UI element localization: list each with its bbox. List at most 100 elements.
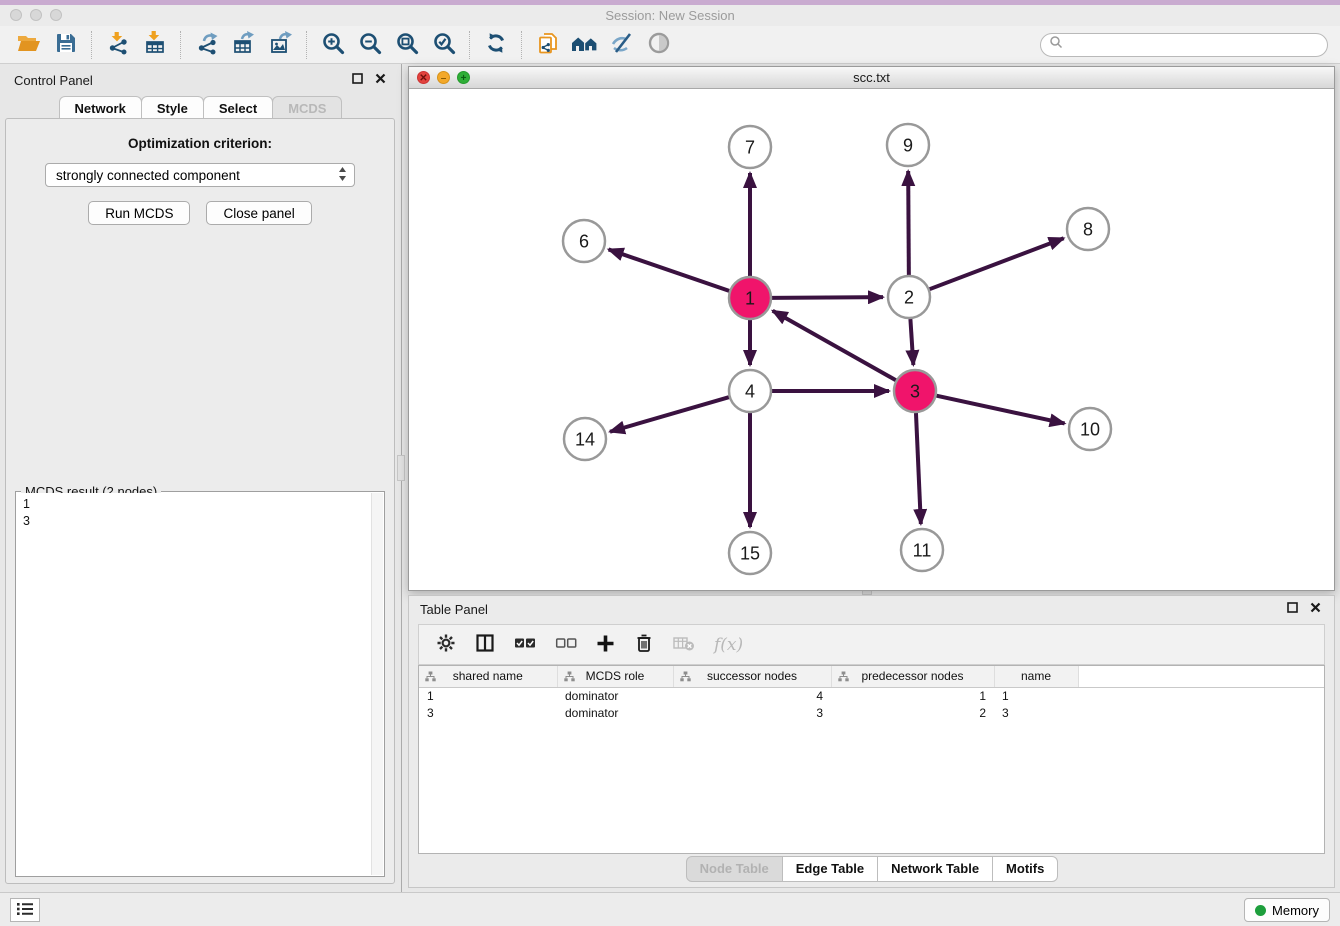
table-cell[interactable]: 1 bbox=[994, 687, 1078, 704]
home-button[interactable] bbox=[566, 29, 603, 61]
minimize-network-icon[interactable]: – bbox=[437, 71, 450, 84]
table-header: shared nameMCDS rolesuccessor nodesprede… bbox=[419, 666, 1324, 687]
function-builder-button[interactable]: f(x) bbox=[714, 635, 743, 655]
export-network-button[interactable] bbox=[188, 29, 225, 61]
graph-node-label-1: 1 bbox=[745, 288, 755, 308]
table-cell[interactable]: 2 bbox=[831, 704, 994, 721]
tab-motifs[interactable]: Motifs bbox=[992, 856, 1058, 882]
tab-edge-table[interactable]: Edge Table bbox=[782, 856, 878, 882]
tab-node-table[interactable]: Node Table bbox=[686, 856, 783, 882]
copy-style-button[interactable] bbox=[529, 29, 566, 61]
table-cell[interactable]: dominator bbox=[557, 704, 673, 721]
search-input[interactable] bbox=[1067, 35, 1327, 55]
zoom-selected-icon bbox=[432, 31, 456, 58]
mcds-result-text[interactable]: 1 3 bbox=[17, 493, 371, 875]
table-row[interactable]: 3dominator323 bbox=[419, 704, 1324, 721]
attribute-table: shared nameMCDS rolesuccessor nodesprede… bbox=[419, 666, 1324, 721]
maximize-network-icon[interactable]: + bbox=[457, 71, 470, 84]
task-history-button[interactable] bbox=[10, 898, 40, 922]
trash-icon bbox=[634, 633, 654, 656]
graph-edges bbox=[609, 171, 1065, 527]
column-header-filler bbox=[1078, 666, 1324, 687]
close-panel-button[interactable]: Close panel bbox=[206, 201, 311, 225]
table-cell[interactable]: 4 bbox=[673, 687, 831, 704]
open-session-button[interactable] bbox=[10, 29, 47, 61]
node-table[interactable]: shared nameMCDS rolesuccessor nodesprede… bbox=[418, 665, 1325, 854]
column-header-predecessor-nodes[interactable]: predecessor nodes bbox=[831, 666, 994, 687]
eye-disabled-button[interactable] bbox=[640, 29, 677, 61]
table-cell[interactable]: 3 bbox=[419, 704, 557, 721]
zoom-fit-icon bbox=[395, 31, 419, 58]
zoom-out-icon bbox=[358, 31, 382, 58]
graph-edge-2-8[interactable] bbox=[930, 238, 1064, 289]
table-row[interactable]: 1dominator411 bbox=[419, 687, 1324, 704]
close-window-icon[interactable] bbox=[10, 9, 22, 21]
vertical-splitter-grip[interactable] bbox=[397, 455, 405, 481]
status-bar: Memory bbox=[0, 892, 1340, 926]
import-table-button[interactable] bbox=[136, 29, 173, 61]
graph-edge-2-3[interactable] bbox=[910, 319, 913, 365]
graph-node-label-6: 6 bbox=[579, 231, 589, 251]
graph-edge-3-10[interactable] bbox=[936, 396, 1064, 424]
network-window-titlebar[interactable]: ✕ – + scc.txt bbox=[409, 67, 1334, 89]
column-header-shared-name[interactable]: shared name bbox=[419, 666, 557, 687]
column-header-successor-nodes[interactable]: successor nodes bbox=[673, 666, 831, 687]
float-table-panel-icon[interactable] bbox=[1287, 602, 1298, 613]
refresh-layout-button[interactable] bbox=[477, 29, 514, 61]
run-mcds-button[interactable]: Run MCDS bbox=[88, 201, 190, 225]
column-view-button[interactable] bbox=[475, 633, 495, 656]
close-table-panel-icon[interactable] bbox=[1310, 602, 1321, 613]
table-cell[interactable]: 3 bbox=[994, 704, 1078, 721]
table-cell[interactable]: 1 bbox=[419, 687, 557, 704]
zoom-out-button[interactable] bbox=[351, 29, 388, 61]
graph-edge-1-6[interactable] bbox=[609, 249, 730, 290]
add-column-button[interactable] bbox=[596, 634, 615, 656]
graph-node-label-11: 11 bbox=[913, 540, 932, 560]
save-session-button[interactable] bbox=[47, 29, 84, 61]
graph-node-label-7: 7 bbox=[745, 137, 755, 157]
zoom-selected-button[interactable] bbox=[425, 29, 462, 61]
result-scrollbar[interactable] bbox=[371, 493, 383, 875]
criterion-select[interactable]: strongly connected component bbox=[45, 163, 355, 187]
window-title: Session: New Session bbox=[0, 5, 1340, 26]
import-network-button[interactable] bbox=[99, 29, 136, 61]
zoom-fit-button[interactable] bbox=[388, 29, 425, 61]
close-panel-icon[interactable] bbox=[375, 73, 386, 84]
minimize-window-icon[interactable] bbox=[30, 9, 42, 21]
close-network-icon[interactable]: ✕ bbox=[417, 71, 430, 84]
table-toolbar: f(x) bbox=[418, 624, 1325, 665]
graph-edge-1-2[interactable] bbox=[772, 297, 883, 298]
table-cell-filler bbox=[1078, 704, 1324, 721]
network-canvas[interactable]: 7968124314101511 bbox=[409, 89, 1334, 590]
export-table-button[interactable] bbox=[225, 29, 262, 61]
graph-edge-3-11[interactable] bbox=[916, 413, 921, 524]
toolbar-separator bbox=[306, 31, 307, 59]
paint-eye-button[interactable] bbox=[603, 29, 640, 61]
zoom-in-button[interactable] bbox=[314, 29, 351, 61]
graph-edge-2-9[interactable] bbox=[908, 171, 909, 275]
export-image-icon bbox=[269, 31, 293, 58]
table-cell[interactable]: 1 bbox=[831, 687, 994, 704]
memory-button[interactable]: Memory bbox=[1244, 898, 1330, 922]
column-header-name[interactable]: name bbox=[994, 666, 1078, 687]
graph-node-label-8: 8 bbox=[1083, 219, 1093, 239]
control-panel: Control Panel Network Style Select MCDS … bbox=[0, 64, 400, 892]
delete-table-button[interactable] bbox=[673, 635, 695, 655]
column-header-MCDS-role[interactable]: MCDS role bbox=[557, 666, 673, 687]
copy-style-icon bbox=[536, 31, 560, 58]
gear-button[interactable] bbox=[436, 633, 456, 656]
table-cell[interactable]: dominator bbox=[557, 687, 673, 704]
export-image-button[interactable] bbox=[262, 29, 299, 61]
tab-network-table[interactable]: Network Table bbox=[877, 856, 993, 882]
graph-node-label-2: 2 bbox=[904, 287, 914, 307]
select-all-button[interactable] bbox=[514, 636, 536, 653]
delete-column-button[interactable] bbox=[634, 633, 654, 656]
maximize-window-icon[interactable] bbox=[50, 9, 62, 21]
search-field[interactable] bbox=[1040, 33, 1328, 57]
table-cell[interactable]: 3 bbox=[673, 704, 831, 721]
graph-edge-4-14[interactable] bbox=[610, 397, 729, 432]
zoom-in-icon bbox=[321, 31, 345, 58]
float-panel-icon[interactable] bbox=[352, 73, 363, 84]
deselect-all-button[interactable] bbox=[555, 636, 577, 653]
graph-edge-3-1[interactable] bbox=[773, 311, 896, 380]
